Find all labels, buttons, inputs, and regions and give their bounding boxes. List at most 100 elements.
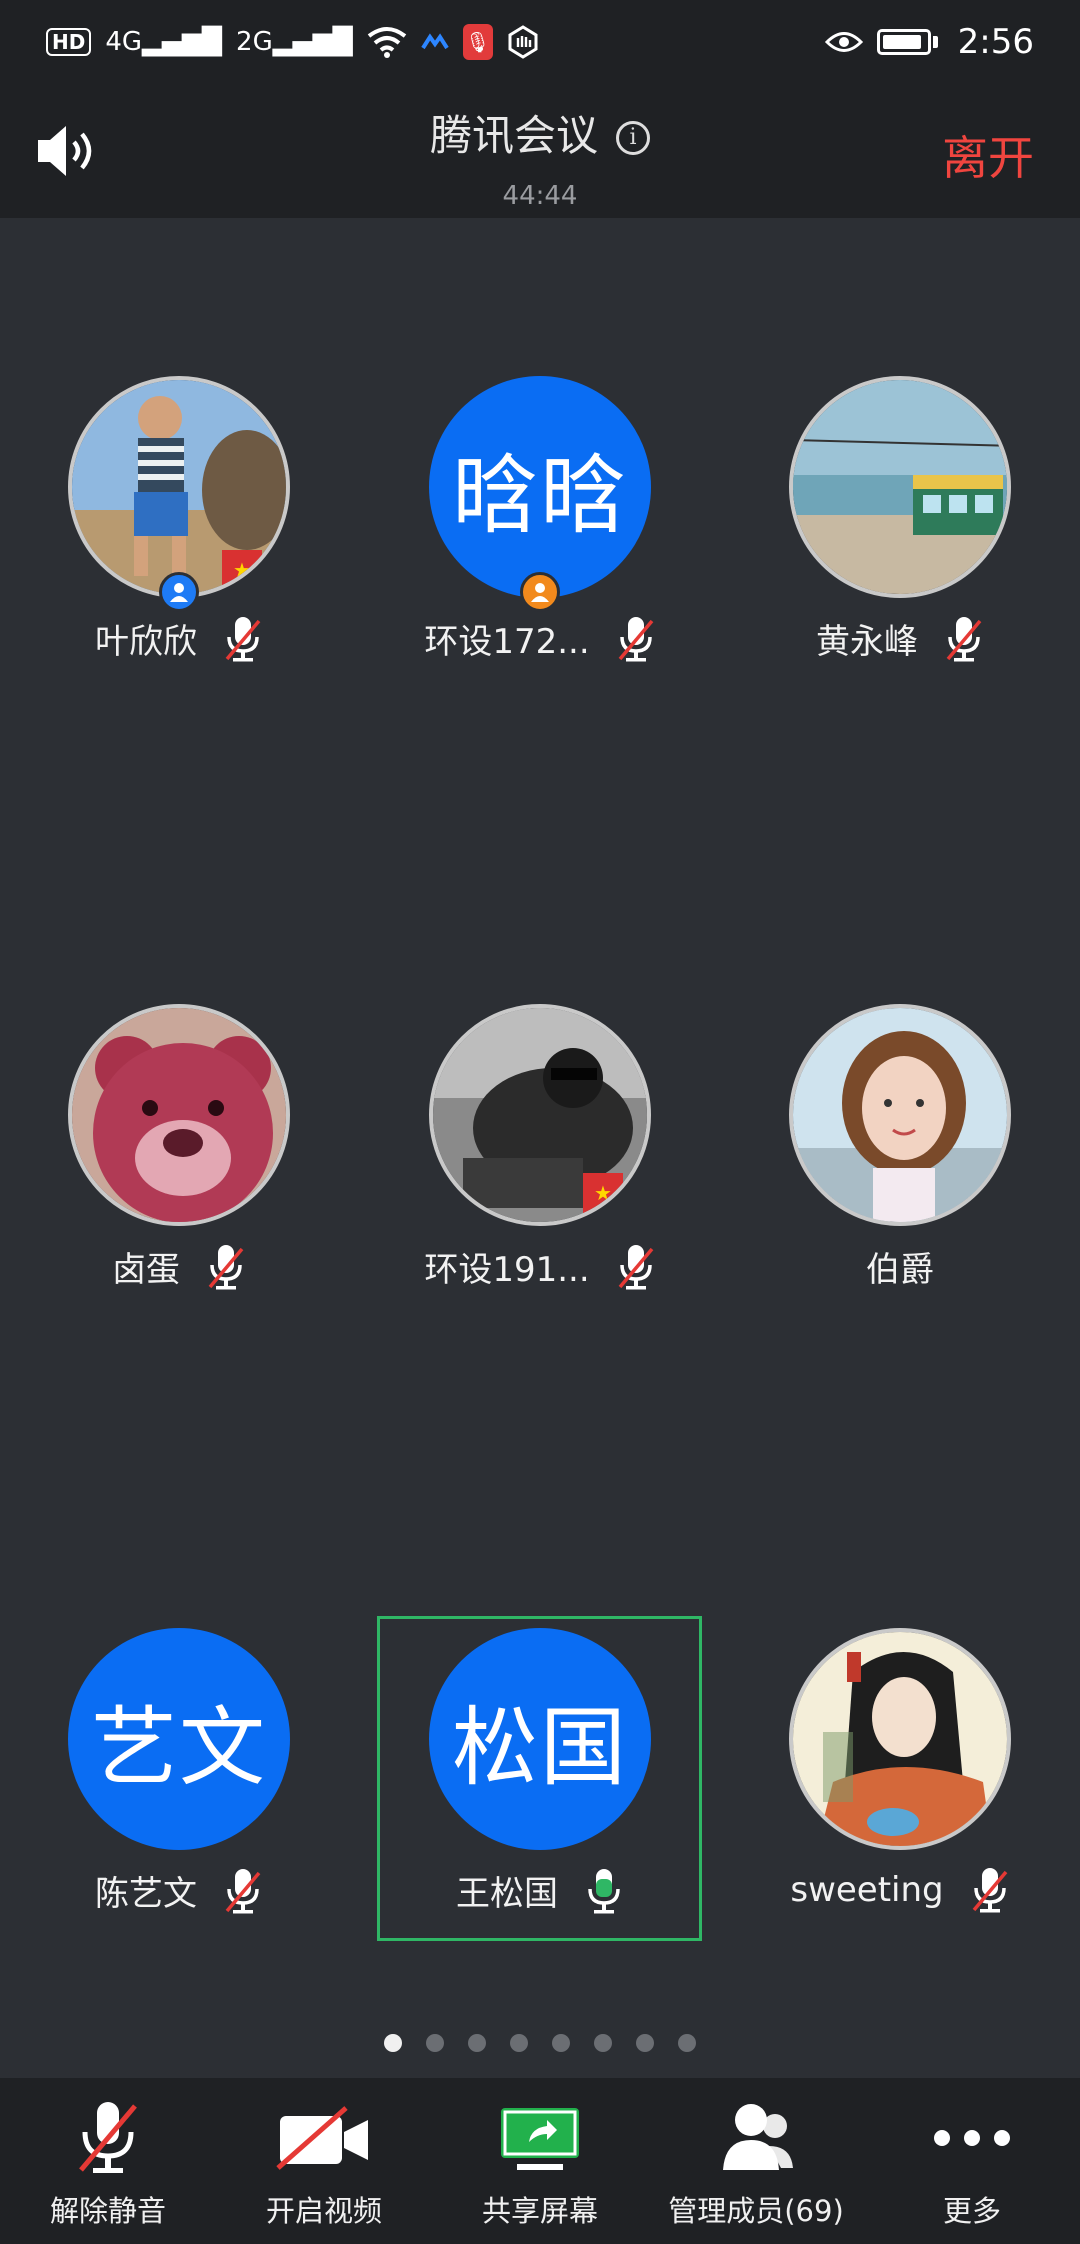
share-screen-button[interactable]: 共享屏幕 — [432, 2078, 648, 2244]
mic-muted-icon — [618, 1244, 653, 1289]
participant-name: 陈艺文 — [95, 1874, 197, 1914]
video-label: 开启视频 — [265, 2194, 382, 2228]
network-type-1: 4G — [105, 27, 143, 57]
mic-muted-icon — [79, 2102, 137, 2173]
page-dot[interactable] — [636, 2034, 654, 2052]
avatar-text: 艺文 — [68, 1628, 290, 1850]
participant-tile[interactable]: ★ 环设191... — [375, 1004, 705, 1324]
participant-tile[interactable]: 晗晗 环设172... — [375, 376, 705, 696]
start-video-button[interactable]: 开启视频 — [216, 2078, 432, 2244]
cohost-badge-icon — [520, 572, 560, 612]
avatar-text: 松国 — [429, 1628, 651, 1850]
participant-grid: ★ 叶欣欣 晗晗 环设172... 黄永峰 卤蛋 ★ 环设191... 伯爵 艺… — [0, 218, 1080, 2078]
participant-name: 黄永峰 — [816, 622, 918, 662]
participant-tile[interactable]: 黄永峰 — [735, 376, 1065, 696]
manage-members-button[interactable]: 管理成员(69) — [648, 2078, 864, 2244]
info-icon[interactable]: i — [616, 121, 650, 155]
hd-icon: HD — [46, 28, 92, 56]
participant-tile[interactable]: 艺文 陈艺文 — [14, 1628, 344, 1948]
eye-comfort-icon — [824, 32, 863, 52]
avatar — [68, 1004, 290, 1226]
more-label: 更多 — [942, 2194, 1001, 2228]
signal-2g-icon: 2G▂▄▆█ — [236, 27, 353, 57]
avatar-photo-train — [793, 380, 1007, 594]
page-dot-active[interactable] — [384, 2034, 402, 2052]
avatar-photo-gorilla: ★ — [433, 1008, 647, 1222]
wifi-icon — [367, 27, 406, 58]
network-type-2: 2G — [236, 27, 273, 57]
avatar-text: 晗晗 — [429, 376, 651, 598]
mic-muted-icon — [972, 1868, 1007, 1913]
participant-name-row: 黄永峰 — [735, 614, 1065, 663]
avatar — [789, 1628, 1011, 1850]
participant-name-row: 叶欣欣 — [14, 614, 344, 663]
avatar-photo-bear — [72, 1008, 286, 1222]
status-bar-right: 2:56 — [824, 22, 1034, 62]
participant-name-row: sweeting — [735, 1866, 1065, 1914]
meeting-app-icon — [421, 33, 449, 50]
battery-tip — [932, 36, 938, 48]
members-icon — [723, 2104, 793, 2170]
page-indicator — [0, 2034, 1080, 2052]
title-area: 腾讯会议 i 44:44 — [0, 102, 1080, 211]
mic-speaking-icon — [588, 1868, 620, 1913]
mic-muted-icon — [208, 1244, 244, 1289]
page-dot[interactable] — [678, 2034, 696, 2052]
share-label: 共享屏幕 — [481, 2194, 598, 2228]
avatar — [789, 376, 1011, 598]
video-off-icon — [276, 2106, 368, 2170]
share-screen-icon — [501, 2108, 579, 2170]
meeting-timer: 44:44 — [502, 181, 578, 211]
participant-tile[interactable]: 伯爵 — [735, 1004, 1065, 1324]
unmute-button[interactable]: 解除静音 — [0, 2078, 216, 2244]
participant-name-row: 环设191... — [375, 1242, 705, 1291]
mic-recording-icon: 🎙 — [462, 24, 493, 60]
page-dot[interactable] — [594, 2034, 612, 2052]
page-dot[interactable] — [426, 2034, 444, 2052]
page-dot[interactable] — [510, 2034, 528, 2052]
participant-name: 环设172... — [424, 622, 590, 662]
svg-text:★: ★ — [594, 1181, 612, 1205]
participant-name: 卤蛋 — [112, 1250, 180, 1290]
members-label: 管理成员(69) — [668, 2194, 844, 2228]
participant-name: 环设191... — [424, 1250, 590, 1290]
bottom-toolbar: 解除静音 开启视频 共享屏幕 管理成员(69) 更多 — [0, 2078, 1080, 2244]
avatar — [789, 1004, 1011, 1226]
participant-name-row: 陈艺文 — [14, 1866, 344, 1915]
avatar: ★ — [429, 1004, 651, 1226]
participant-name: sweeting — [790, 1870, 944, 1910]
avatar-photo-boy: ★ — [72, 380, 286, 594]
avatar-photo-drawing — [793, 1632, 1007, 1846]
meeting-header: 腾讯会议 i 44:44 离开 — [0, 84, 1080, 218]
participant-tile[interactable]: sweeting — [735, 1628, 1065, 1948]
mic-muted-icon — [946, 616, 982, 661]
leave-button[interactable]: 离开 — [942, 122, 1034, 188]
avatar: ★ — [68, 376, 290, 598]
participant-tile[interactable]: 卤蛋 — [14, 1004, 344, 1324]
signal-4g-icon: 4G▂▄▆█ — [105, 27, 223, 57]
participant-name-row: 卤蛋 — [14, 1242, 344, 1291]
participant-name-row: 环设172... — [375, 614, 705, 663]
status-bar-left: HD 4G▂▄▆█ 2G▂▄▆█ 🎙 — [46, 24, 539, 60]
participant-name-row: 王松国 — [375, 1866, 705, 1915]
participant-name-row: 伯爵 — [735, 1242, 1065, 1291]
participant-tile[interactable]: 松国 王松国 — [375, 1628, 705, 1948]
page-dot[interactable] — [552, 2034, 570, 2052]
unmute-label: 解除静音 — [49, 2194, 166, 2228]
more-dots-icon — [934, 2130, 1010, 2146]
participant-name: 伯爵 — [866, 1250, 934, 1290]
mic-muted-icon — [225, 1868, 261, 1913]
host-badge-icon — [159, 572, 199, 612]
participant-name: 叶欣欣 — [95, 622, 197, 662]
avatar-photo-girl — [793, 1008, 1007, 1222]
more-button[interactable]: 更多 — [864, 2078, 1080, 2244]
participant-tile[interactable]: ★ 叶欣欣 — [14, 376, 344, 696]
shield-hand-icon — [508, 25, 538, 59]
battery-icon — [876, 29, 931, 55]
status-bar: HD 4G▂▄▆█ 2G▂▄▆█ 🎙 2:56 — [0, 0, 1080, 84]
svg-text:★: ★ — [233, 558, 251, 582]
mic-muted-icon — [225, 616, 261, 661]
page-dot[interactable] — [468, 2034, 486, 2052]
participant-name: 王松国 — [456, 1874, 558, 1914]
meeting-title[interactable]: 腾讯会议 — [430, 111, 598, 160]
